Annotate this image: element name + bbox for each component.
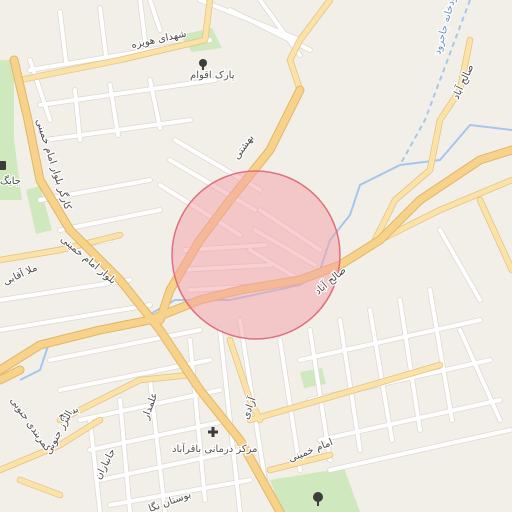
label-park-aghvam: پارک اقوام [190,70,235,81]
label-jaygah-partial: جایگ [0,175,21,187]
label-markaz-darmani: مرکز درمانی باقرآباد [172,442,258,455]
map-canvas[interactable]: شهدای هویزه پارک اقوام کارگر بلوار امام … [0,0,512,512]
fuel-icon[interactable] [0,161,6,170]
map-view[interactable]: شهدای هویزه پارک اقوام کارگر بلوار امام … [0,0,512,512]
search-radius-circle[interactable] [171,170,341,340]
